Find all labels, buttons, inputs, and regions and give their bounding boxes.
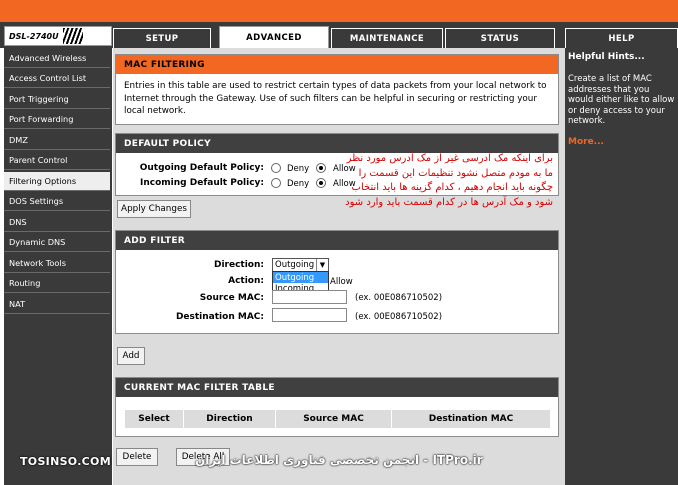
destination-mac-input[interactable] [272,308,347,322]
default-policy-title: DEFAULT POLICY [116,134,558,153]
sidebar-item-access-control-list[interactable]: Access Control List [4,69,110,88]
mac-table-header: Select Direction Source MAC Destination … [125,410,550,428]
sidebar-item-parent-control[interactable]: Parent Control [4,151,110,170]
destination-mac-label: Destination MAC: [175,312,264,322]
column-destination-mac: Destination MAC [391,410,550,428]
column-direction: Direction [183,410,275,428]
add-filter-title: ADD FILTER [116,231,558,250]
sidebar-item-port-forwarding[interactable]: Port Forwarding [4,110,110,129]
sidebar-item-nat[interactable]: NAT [4,295,110,314]
sidebar-item-port-triggering[interactable]: Port Triggering [4,90,110,109]
annotation-text: برای اینکه مک آدرسی غیر از مک آدرس مورد … [345,153,553,208]
source-mac-input[interactable] [272,290,347,304]
action-allow-label: Allow [330,277,353,287]
add-button[interactable]: Add [117,347,145,365]
direction-label: Direction: [213,260,264,270]
logo-stripes-icon [62,28,83,44]
outgoing-allow-radio[interactable] [316,163,326,173]
column-source-mac: Source MAC [275,410,391,428]
tab-setup[interactable]: SETUP [113,28,211,48]
tab-help[interactable]: HELP [565,28,678,48]
model-logo: DSL-2740U [4,26,112,46]
incoming-allow-radio[interactable] [316,178,326,188]
chevron-down-icon[interactable]: ▼ [316,259,328,271]
delete-button[interactable]: Delete [116,448,158,466]
outgoing-policy-label: Outgoing Default Policy: [139,163,264,173]
mac-table-panel: CURRENT MAC FILTER TABLE [115,377,559,437]
watermark-left: TOSINSO.COM [20,455,111,468]
outgoing-deny-radio[interactable] [271,163,281,173]
help-more-link[interactable]: More... [568,137,675,147]
direction-option-outgoing[interactable]: Outgoing [273,272,328,283]
direction-select[interactable]: Outgoing ▼ [272,258,329,272]
mac-filtering-title: MAC FILTERING [116,55,558,74]
action-label: Action: [228,276,264,286]
direction-selected-value: Outgoing [275,260,315,270]
outgoing-deny-label: Deny [287,164,310,174]
apply-changes-button[interactable]: Apply Changes [117,200,191,218]
sidebar-item-routing[interactable]: Routing [4,274,110,293]
incoming-deny-radio[interactable] [271,178,281,188]
sidebar-item-dmz[interactable]: DMZ [4,131,110,150]
tab-status[interactable]: STATUS [445,28,555,48]
help-text: Create a list of MAC addresses that you … [568,74,675,126]
help-title: Helpful Hints... [568,52,645,62]
mac-filtering-description: Entries in this table are used to restri… [124,81,547,116]
column-select: Select [138,414,170,424]
mac-filtering-panel: MAC FILTERING Entries in this table are … [115,54,559,125]
top-banner [0,0,678,22]
incoming-deny-label: Deny [287,179,310,189]
help-panel: Helpful Hints... Create a list of MAC ad… [565,48,678,485]
source-mac-label: Source MAC: [199,293,264,303]
sidebar-item-dos-settings[interactable]: DOS Settings [4,192,110,211]
destination-mac-hint: (ex. 00E086710502) [355,312,443,322]
mac-table-title: CURRENT MAC FILTER TABLE [116,378,558,397]
tab-advanced[interactable]: ADVANCED [219,26,329,48]
sidebar-item-dns[interactable]: DNS [4,213,110,232]
sidebar-item-network-tools[interactable]: Network Tools [4,254,110,273]
tab-maintenance[interactable]: MAINTENANCE [331,28,443,48]
sidebar-item-filtering-options[interactable]: Filtering Options [4,172,110,191]
incoming-policy-label: Incoming Default Policy: [140,178,264,188]
sidebar-item-dynamic-dns[interactable]: Dynamic DNS [4,233,110,252]
source-mac-hint: (ex. 00E086710502) [355,293,443,303]
model-name: DSL-2740U [9,31,59,41]
watermark-right: ITPro.ir - انجمن تخصصی فناوری اطلاعات ای… [195,453,483,467]
sidebar-item-advanced-wireless[interactable]: Advanced Wireless [4,49,110,68]
